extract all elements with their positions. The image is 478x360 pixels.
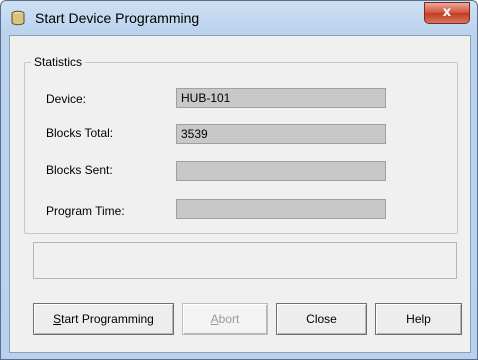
help-button[interactable]: Help <box>375 303 462 335</box>
status-panel <box>33 242 457 279</box>
blocks-sent-field <box>176 161 386 181</box>
start-programming-button[interactable]: Start Programming <box>33 303 174 335</box>
window-title: Start Device Programming <box>35 10 200 26</box>
application-icon <box>10 10 26 26</box>
device-field: HUB-101 <box>176 88 386 108</box>
blocks-total-field: 3539 <box>176 124 386 144</box>
statistics-legend: Statistics <box>31 55 86 69</box>
title-bar[interactable]: Start Device Programming x <box>1 1 477 35</box>
abort-button[interactable]: Abort <box>182 303 268 335</box>
program-time-field <box>176 199 386 219</box>
close-button[interactable]: Close <box>276 303 367 335</box>
device-label: Device: <box>46 92 87 106</box>
program-time-label: Program Time: <box>46 204 125 218</box>
close-icon: x <box>442 5 452 20</box>
blocks-sent-label: Blocks Sent: <box>46 163 113 177</box>
abort-accelerator: A <box>210 312 219 326</box>
start-accelerator: S <box>53 312 62 326</box>
close-window-button[interactable]: x <box>424 2 470 24</box>
blocks-total-label: Blocks Total: <box>46 126 114 140</box>
abort-label-rest: bort <box>218 312 240 326</box>
start-label-rest: tart Programming <box>61 312 154 326</box>
